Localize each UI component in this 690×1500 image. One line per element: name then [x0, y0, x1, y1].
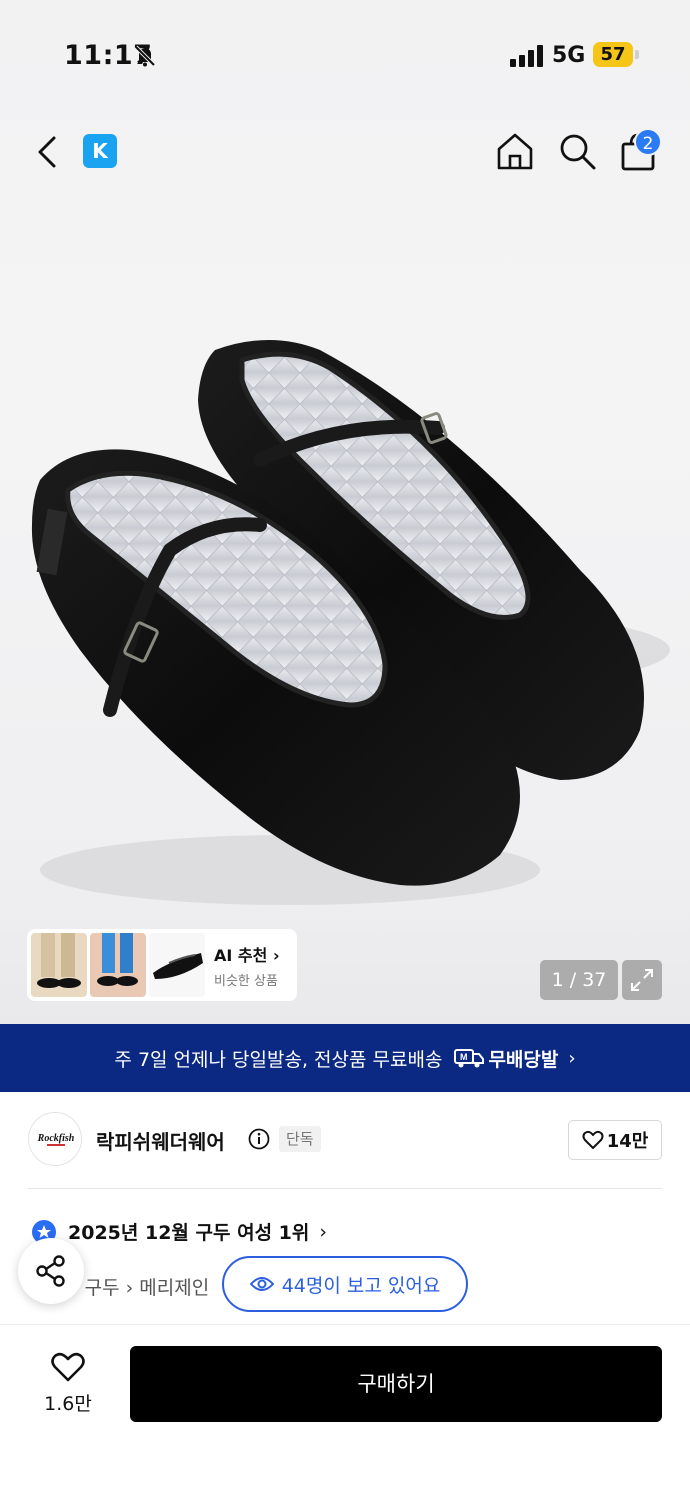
chevron-right-icon: › [568, 1047, 576, 1069]
promo-brand: 무배당발 [488, 1048, 559, 1071]
ai-recommend-title: AI 추천 [214, 945, 268, 965]
battery-indicator: 57 [593, 42, 633, 67]
heart-icon [51, 1352, 85, 1382]
divider [28, 1188, 662, 1189]
chevron-right-icon: › [319, 1220, 327, 1243]
delivery-truck-icon: M [454, 1049, 485, 1068]
search-icon[interactable] [556, 130, 598, 172]
bottom-bar: 1.6만 구매하기 [0, 1324, 690, 1500]
svg-text:M: M [460, 1052, 468, 1062]
ai-recommend-text[interactable]: AI 추천 › 비슷한 상품 [214, 942, 280, 989]
free-shipping-banner[interactable]: 주 7일 언제나 당일발송, 전상품 무료배송 M 무배당발 › [0, 1024, 690, 1092]
signal-icon [510, 45, 543, 67]
brand-like-button[interactable]: 14만 [568, 1120, 662, 1160]
wishlist-count: 1.6만 [44, 1393, 92, 1415]
ranking-text: 2025년 12월 구두 여성 1위 [68, 1222, 310, 1244]
expand-button[interactable] [622, 960, 662, 1000]
seller-avatar[interactable]: Rockfish [28, 1112, 82, 1166]
seller-name[interactable]: 락피쉬웨더웨어 [96, 1126, 225, 1155]
eye-icon [249, 1277, 274, 1291]
ai-thumb-3[interactable] [149, 933, 205, 997]
exclusive-tag: 단독 [279, 1126, 321, 1152]
ai-recommend-card[interactable]: AI 추천 › 비슷한 상품 [27, 929, 297, 1001]
viewers-badge: 44명이 보고 있어요 [222, 1256, 468, 1312]
ai-thumb-2[interactable] [90, 933, 146, 997]
cart-count-badge: 2 [634, 128, 662, 156]
status-bar: 11:17 5G 57 [0, 0, 690, 100]
seller-avatar-text: Rockfish [37, 1133, 75, 1144]
share-icon [36, 1255, 65, 1287]
promo-text: 주 7일 언제나 당일발송, 전상품 무료배송 [114, 1048, 443, 1071]
product-hero: 11:17 5G 57 K 2 AI 추천 › 비슷한 상품 1 / 37 [0, 0, 690, 1024]
expand-icon [631, 969, 653, 991]
bell-muted-icon [134, 45, 156, 67]
brand-like-count: 14만 [606, 1131, 649, 1152]
heart-icon [582, 1130, 604, 1149]
seller-row: Rockfish 락피쉬웨더웨어 단독 14만 [0, 1108, 690, 1172]
ranking-link[interactable]: 2025년 12월 구두 여성 1위 › [32, 1218, 327, 1245]
info-icon[interactable] [248, 1128, 270, 1150]
image-counter: 1 / 37 [540, 960, 618, 1000]
wishlist-button[interactable]: 1.6만 [28, 1347, 108, 1423]
viewers-text: 44명이 보고 있어요 [281, 1274, 441, 1297]
network-type: 5G [552, 43, 586, 68]
buy-button[interactable]: 구매하기 [130, 1346, 662, 1422]
battery-tip [635, 50, 639, 59]
top-nav: K 2 [0, 120, 690, 184]
ai-recommend-subtitle: 비슷한 상품 [214, 973, 278, 989]
home-icon[interactable] [494, 130, 536, 172]
app-logo[interactable]: K [83, 134, 117, 168]
product-image[interactable] [20, 310, 670, 910]
ai-thumb-1[interactable] [31, 933, 87, 997]
back-arrow-icon[interactable] [30, 132, 66, 172]
share-button[interactable] [18, 1238, 84, 1304]
chevron-right-icon: › [272, 945, 280, 965]
